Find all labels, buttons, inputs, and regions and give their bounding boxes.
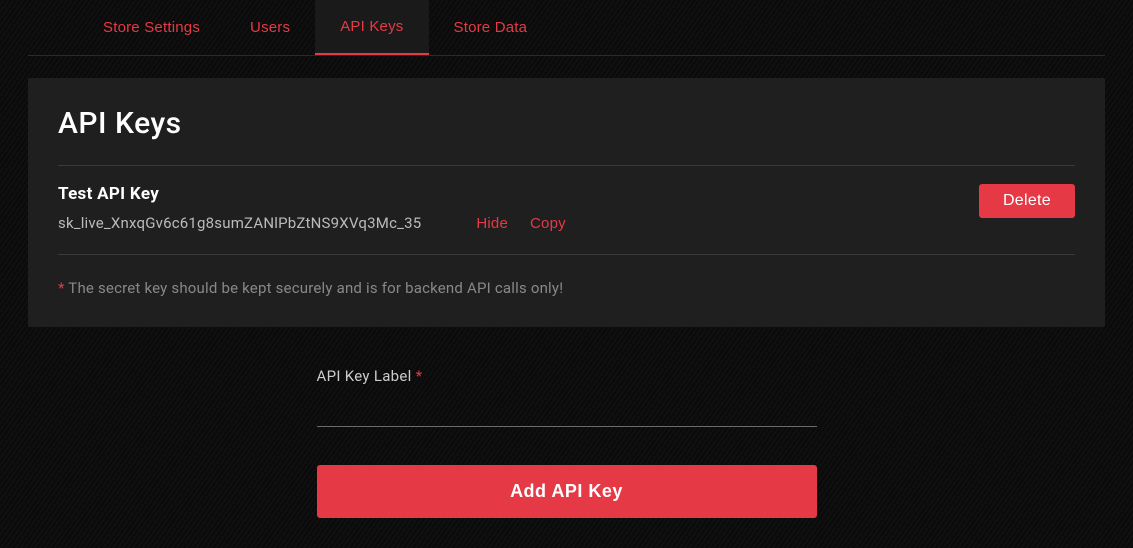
tab-nav: Store Settings Users API Keys Store Data	[28, 0, 1105, 56]
api-key-row: Test API Key sk_live_XnxqGv6c61g8sumZANl…	[58, 166, 1075, 255]
api-key-name: Test API Key	[58, 184, 566, 204]
tab-store-settings[interactable]: Store Settings	[78, 0, 225, 55]
page-title: API Keys	[58, 106, 1075, 166]
secret-key-note-text: The secret key should be kept securely a…	[68, 279, 563, 297]
api-key-label-label: API Key Label *	[317, 367, 817, 385]
api-keys-panel: API Keys Test API Key sk_live_XnxqGv6c61…	[28, 78, 1105, 327]
copy-button[interactable]: Copy	[530, 215, 566, 232]
tab-api-keys[interactable]: API Keys	[315, 0, 428, 55]
secret-key-note: * The secret key should be kept securely…	[58, 255, 1075, 297]
delete-button[interactable]: Delete	[979, 184, 1075, 218]
api-key-label-input[interactable]	[317, 397, 817, 427]
required-asterisk-icon: *	[416, 367, 423, 385]
tab-users[interactable]: Users	[225, 0, 315, 55]
add-api-key-button[interactable]: Add API Key	[317, 465, 817, 518]
asterisk-icon: *	[58, 279, 68, 297]
hide-button[interactable]: Hide	[476, 215, 508, 232]
api-key-value: sk_live_XnxqGv6c61g8sumZANlPbZtNS9XVq3Mc…	[58, 214, 421, 232]
tab-store-data[interactable]: Store Data	[429, 0, 553, 55]
add-key-form: API Key Label * Add API Key	[28, 327, 1105, 518]
